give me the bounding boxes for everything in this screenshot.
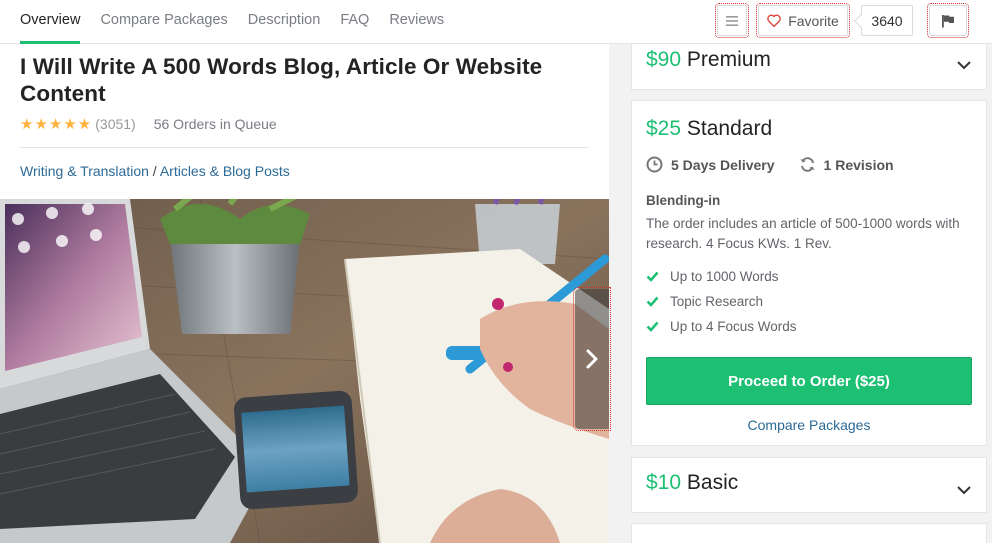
tab-compare-packages[interactable]: Compare Packages	[100, 0, 227, 44]
tab-faq[interactable]: FAQ	[340, 0, 369, 44]
package-standard-price: $25	[646, 117, 682, 140]
package-premium-header: $90 Premium	[646, 48, 771, 72]
package-premium-price: $90	[646, 48, 682, 71]
refresh-icon	[800, 157, 815, 172]
feature-item: Up to 1000 Words	[646, 264, 797, 289]
package-premium-name: Premium	[686, 48, 771, 71]
package-description-title: Blending-in	[646, 193, 721, 208]
feature-item: Topic Research	[646, 289, 797, 314]
rating-row: ★★★★★ (3051) 56 Orders in Queue	[20, 115, 277, 133]
checkmark-icon	[646, 271, 659, 282]
revisions: 1 Revision	[799, 156, 894, 173]
next-panel	[631, 523, 987, 543]
package-basic-price: $10	[646, 471, 682, 494]
breadcrumb-subcategory[interactable]: Articles & Blog Posts	[160, 163, 290, 179]
chevron-down-icon[interactable]	[956, 485, 972, 495]
package-description: The order includes an article of 500-100…	[646, 216, 960, 251]
breadcrumb-separator: /	[148, 163, 160, 179]
breadcrumb: Writing & Translation / Articles & Blog …	[20, 163, 290, 179]
gig-gallery-image[interactable]	[0, 199, 609, 543]
hamburger-icon	[726, 15, 738, 26]
favorite-button[interactable]: Favorite	[756, 3, 850, 38]
feature-label: Up to 1000 Words	[670, 269, 779, 284]
rating-count[interactable]: (3051)	[95, 116, 135, 132]
feature-item: Up to 4 Focus Words	[646, 314, 797, 339]
package-basic-name: Basic	[686, 471, 739, 494]
feature-label: Up to 4 Focus Words	[670, 319, 797, 334]
gallery-next-button[interactable]	[573, 287, 611, 431]
desk-photo-illustration	[0, 199, 609, 543]
divider	[20, 147, 588, 148]
package-standard: $25 Standard 5 Days Delivery 1 Revision …	[631, 100, 987, 446]
checkmark-icon	[646, 296, 659, 307]
favorite-label: Favorite	[788, 12, 839, 29]
top-navigation: Overview Compare Packages Description FA…	[0, 0, 992, 44]
package-standard-name: Standard	[686, 117, 773, 140]
delivery-time: 5 Days Delivery	[646, 156, 775, 173]
collections-menu-button[interactable]	[715, 3, 749, 38]
favorite-count: 3640	[861, 5, 913, 36]
package-basic-header: $10 Basic	[646, 471, 738, 495]
gig-title: I Will Write A 500 Words Blog, Article O…	[20, 54, 543, 106]
chevron-right-icon	[586, 349, 598, 369]
compare-packages-link[interactable]: Compare Packages	[632, 417, 986, 433]
feature-list: Up to 1000 Words Topic Research Up to 4 …	[646, 264, 797, 339]
delivery-label: 5 Days Delivery	[671, 156, 775, 173]
gig-main-panel: I Will Write A 500 Words Blog, Article O…	[0, 44, 609, 543]
breadcrumb-category[interactable]: Writing & Translation	[20, 163, 149, 179]
report-flag-button[interactable]	[927, 3, 969, 38]
feature-label: Topic Research	[670, 294, 764, 309]
heart-icon	[767, 14, 782, 27]
package-standard-header: $25 Standard	[646, 117, 772, 141]
chevron-down-icon[interactable]	[956, 60, 972, 70]
flag-icon	[942, 14, 954, 27]
tab-reviews[interactable]: Reviews	[389, 0, 444, 44]
proceed-to-order-button[interactable]: Proceed to Order ($25)	[646, 357, 972, 405]
tab-overview[interactable]: Overview	[20, 0, 81, 44]
revisions-label: 1 Revision	[823, 156, 894, 173]
tab-description[interactable]: Description	[248, 0, 321, 44]
orders-in-queue: 56 Orders in Queue	[153, 116, 277, 132]
checkmark-icon	[646, 321, 659, 332]
package-basic[interactable]: $10 Basic	[631, 457, 987, 513]
package-meta: 5 Days Delivery 1 Revision	[646, 156, 918, 173]
clock-icon	[646, 156, 663, 173]
star-rating[interactable]: ★★★★★	[20, 115, 92, 133]
package-premium[interactable]: $90 Premium	[631, 44, 987, 90]
tab-bar: Overview Compare Packages Description FA…	[20, 0, 464, 44]
